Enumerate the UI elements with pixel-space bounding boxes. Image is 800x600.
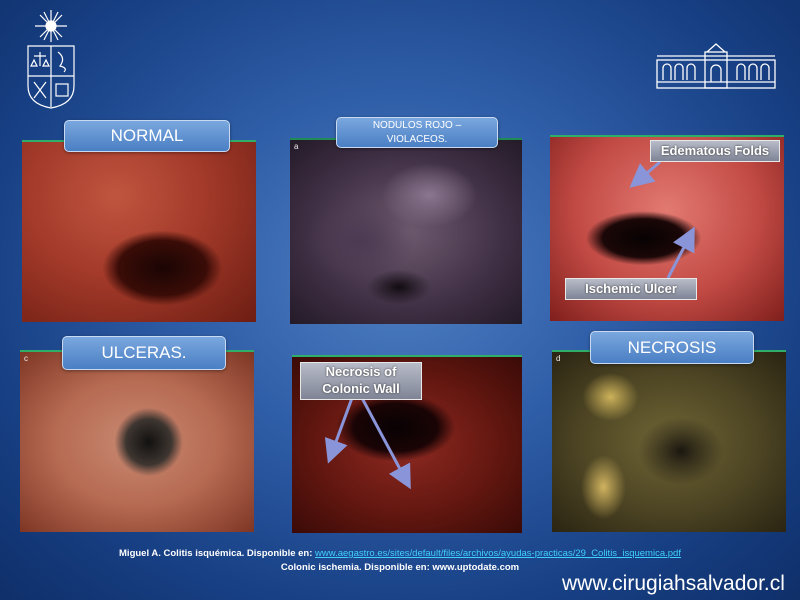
citation-prefix: Miguel A. Colitis isquémica. Disponible … [119, 548, 313, 559]
panel-corner-letter: d [556, 354, 561, 363]
label-ulceras: ULCERAS. [62, 336, 226, 370]
hospital-building-logo [655, 42, 777, 90]
endoscopy-image-necrosis: d [552, 350, 786, 532]
panel-corner-letter: a [294, 142, 299, 151]
annotation-necrosis-line1: Necrosis of [325, 364, 397, 379]
panel-corner-letter: c [24, 354, 28, 363]
university-crest-logo [22, 8, 80, 110]
citation-link[interactable]: www.aegastro.es/sites/default/files/arch… [315, 548, 681, 559]
label-nodulos: NODULOS ROJO – VIOLACEOS. [336, 117, 498, 148]
label-normal: NORMAL [64, 120, 230, 152]
label-nodulos-line1: NODULOS ROJO – [372, 120, 462, 131]
endoscopy-image-nodules: a [290, 138, 522, 324]
annotation-edematous-folds: Edematous Folds [650, 140, 780, 162]
annotation-necrosis-colonic-wall: Necrosis of Colonic Wall [300, 362, 422, 400]
endoscopy-image-ulcers: c [20, 350, 254, 532]
label-necrosis: NECROSIS [590, 331, 754, 364]
label-nodulos-line2: VIOLACEOS. [386, 134, 448, 145]
website-footer: www.cirugiahsalvador.cl [562, 572, 785, 595]
citation-line-1: Miguel A. Colitis isquémica. Disponible … [0, 548, 800, 559]
endoscopy-image-normal [22, 140, 256, 322]
annotation-necrosis-line2: Colonic Wall [322, 381, 400, 396]
annotation-ischemic-ulcer: Ischemic Ulcer [565, 278, 697, 300]
